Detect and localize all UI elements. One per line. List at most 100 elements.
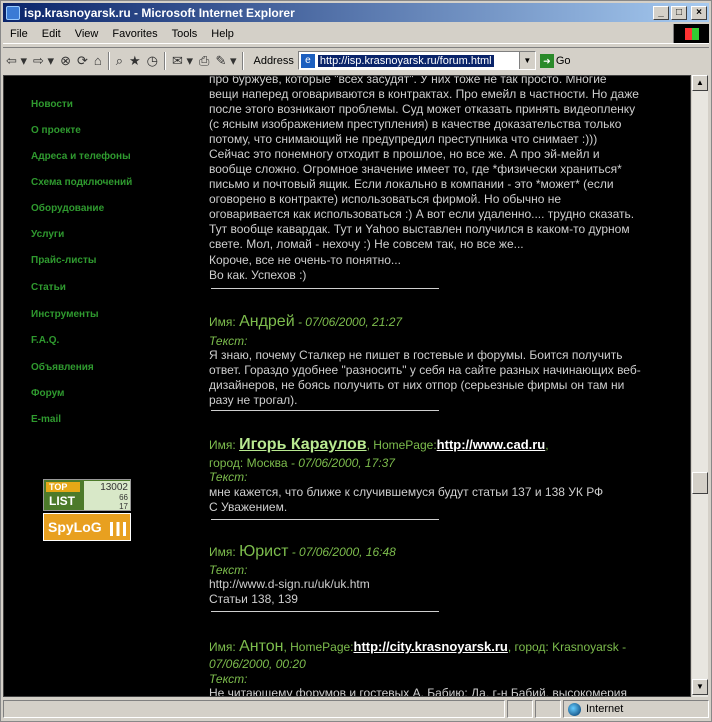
homepage-link[interactable]: http://www.cad.ru [437,437,546,452]
text-line: ответ. Гораздо удобнее "разносить" у себ… [209,363,641,377]
text-line: Короче, все не очень-то понятно... [209,253,401,267]
forum-content: про буржуев, которые "всех засудят". У н… [209,76,669,696]
sidebar-item-tools[interactable]: Инструменты [31,309,99,320]
text-line: вообще сложно. Огромное значение имеет т… [209,162,622,176]
sidebar-item-prices[interactable]: Прайс-листы [31,255,96,266]
divider [211,410,439,411]
home-icon[interactable]: ⌂ [91,51,105,71]
close-button[interactable]: × [691,5,707,20]
sidebar-item-faq[interactable]: F.A.Q. [31,335,59,346]
city-value: Krasnoyarsk [552,640,619,654]
text-line: вещи наперед оговариваются в контрактах.… [209,87,639,101]
homepage-label: HomePage: [373,438,437,452]
author-name: Андрей [239,313,295,330]
post-date: - 07/06/2000, 17:37 [287,456,395,470]
chevron-down-icon[interactable]: ▼ [518,52,535,69]
menu-view[interactable]: View [68,28,106,40]
text-line: письмо и почтовый ящик. Если локально в … [209,177,614,191]
toplist-numbers: 13002 66 17 [84,481,130,511]
address-url: http://isp.krasnoyarsk.ru/forum.html [317,54,494,67]
text-label: Текст: [209,563,248,577]
counter-total: 13002 [100,482,128,493]
status-bar: Internet [3,699,709,719]
mail-icon[interactable]: ✉ ▾ [169,51,196,71]
post-body: Я знаю, почему Сталкер не пишет в гостев… [209,348,664,408]
windows-logo [673,24,709,43]
sidebar-item-forum[interactable]: Форум [31,388,64,399]
sidebar-item-equipment[interactable]: Оборудование [31,203,104,214]
stop-icon[interactable]: ⊗ [57,51,74,71]
text-line: дизайнеров, не боясь получить от них отп… [209,378,625,392]
text-label: Текст: [209,672,248,686]
post-body: мне кажется, что ближе к случившемуся бу… [209,485,664,515]
city-label: город: [514,640,549,654]
go-arrow-icon: ➜ [539,53,554,68]
menu-tools[interactable]: Tools [165,28,205,40]
outro-text: Короче, все не очень-то понятно... Во как… [209,253,664,283]
text-line: свете. Мол, ломай - нехочу :) Не совсем … [209,237,524,251]
post-body: Не читающему форумов и гостевых А. Бабию… [209,686,664,696]
back-icon[interactable]: ⇦ ▾ [3,51,30,71]
text-line: (с ясным изображением преступления) в ка… [209,117,622,131]
post-body: http://www.d-sign.ru/uk/uk.htm Статьи 138… [209,577,664,607]
sidebar-item-contacts[interactable]: Адреса и телефоны [31,151,131,162]
refresh-icon[interactable]: ⟳ [74,51,91,71]
scroll-thumb[interactable] [692,472,708,494]
minimize-button[interactable]: _ [653,5,669,20]
maximize-button[interactable]: □ [671,5,687,20]
text-line: мне кажется, что ближе к случившемуся бу… [209,485,604,499]
text-line: Тут вообще кавардак. Тут и Yahoo выставл… [209,222,630,236]
sidebar-item-ads[interactable]: Объявления [31,362,94,373]
address-input[interactable]: e http://isp.krasnoyarsk.ru/forum.html ▼ [297,51,536,70]
text-line: Я знаю, почему Сталкер не пишет в гостев… [209,348,623,362]
browser-window: isp.krasnoyarsk.ru - Microsoft Internet … [0,0,712,722]
history-icon[interactable]: ◷ [144,51,161,71]
post-header: Имя: Андрей - 07/06/2000, 21:27 [209,314,664,330]
counter-today: 66 [119,493,128,502]
print-icon[interactable]: ⎙ [196,51,212,71]
menu-edit[interactable]: Edit [35,28,68,40]
sidebar-item-services[interactable]: Услуги [31,229,64,240]
go-button[interactable]: ➜ Go [539,53,571,68]
ie-icon [6,5,20,20]
post-header: Имя: Антон, HomePage:http://city.krasnoy… [209,638,627,671]
scroll-down-icon[interactable]: ▼ [692,679,708,695]
text-line: С Уважением. [209,500,288,514]
counter-online: 17 [119,502,128,511]
post-date: 07/06/2000, 00:20 [209,657,306,671]
sidebar-item-schemes[interactable]: Схема подключений [31,177,132,188]
favorites-icon[interactable]: ★ [126,51,144,71]
text-line: оговаривается как использоваться :) А во… [209,207,635,221]
city-label: город: [209,456,244,470]
toplist-list-label: LIST [49,494,75,508]
author-name-link[interactable]: Игорь Караулов [239,436,367,453]
menu-bar: File Edit View Favorites Tools Help [3,24,709,44]
vertical-scrollbar[interactable]: ▲ ▼ [691,75,708,697]
homepage-link[interactable]: http://city.krasnoyarsk.ru [354,639,508,654]
search-icon[interactable]: ⌕ [113,51,126,71]
menu-file[interactable]: File [3,28,35,40]
page-viewport: Новости О проекте Адреса и телефоны Схем… [3,75,691,697]
menu-favorites[interactable]: Favorites [105,28,164,40]
menu-help[interactable]: Help [204,28,241,40]
title-bar[interactable]: isp.krasnoyarsk.ru - Microsoft Internet … [3,3,709,22]
toolbar: ⇦ ▾ ⇨ ▾ ⊗ ⟳ ⌂ ⌕ ★ ◷ ✉ ▾ ⎙ ✎ ▾ Address e … [3,47,709,73]
text-line: оговорено в контракте) использоваться фи… [209,192,562,206]
sidebar-nav: Новости О проекте Адреса и телефоны Схем… [4,76,184,696]
sidebar-item-articles[interactable]: Статьи [31,282,66,293]
toplist-counter[interactable]: TOP LIST 13002 66 17 [43,479,131,511]
sidebar-item-news[interactable]: Новости [31,99,73,110]
intro-text: про буржуев, которые "всех засудят". У н… [209,76,664,252]
text-line: Статьи 138, 139 [209,592,298,606]
scroll-up-icon[interactable]: ▲ [692,75,708,91]
name-label: Имя: [209,545,236,559]
post-header: Имя: Игорь Караулов, HomePage:http://www… [209,436,549,470]
forward-icon[interactable]: ⇨ ▾ [30,51,57,71]
text-line: Во как. Успехов :) [209,268,307,282]
globe-icon [568,702,581,716]
sidebar-item-about[interactable]: О проекте [31,125,81,136]
spylog-counter[interactable]: SpyLoG [43,513,131,541]
edit-icon[interactable]: ✎ ▾ [212,51,239,71]
name-label: Имя: [209,640,236,654]
sidebar-item-email[interactable]: E-mail [31,414,61,425]
